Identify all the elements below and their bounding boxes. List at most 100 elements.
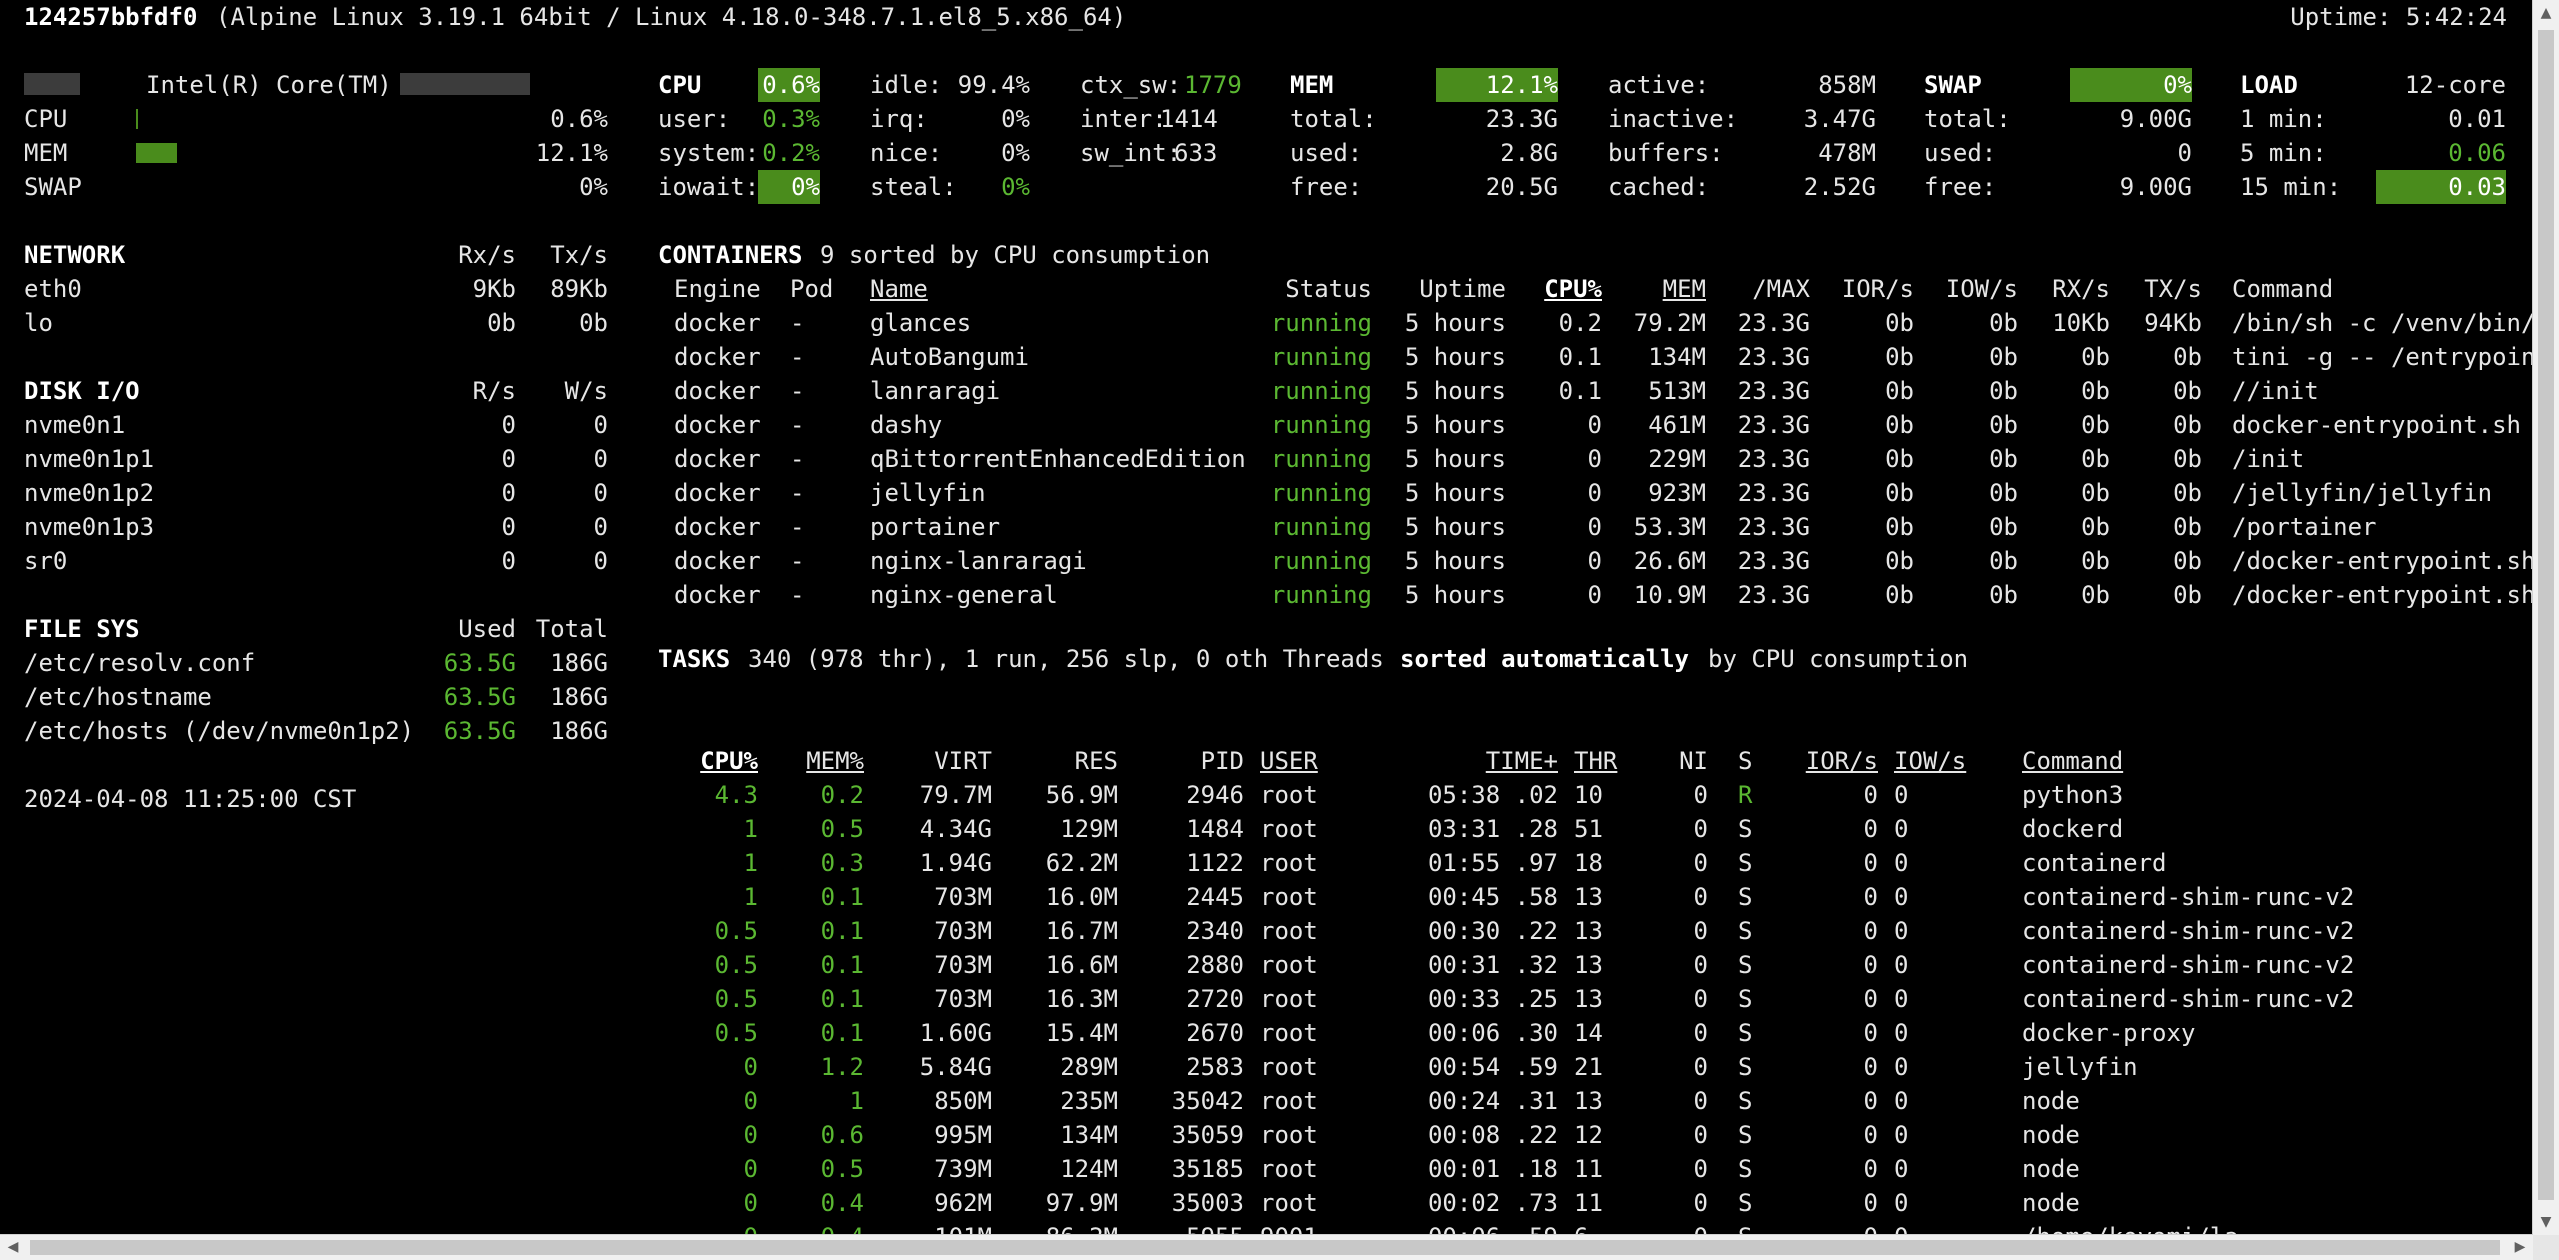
- horizontal-scrollbar[interactable]: ◀ ▶: [0, 1234, 2533, 1260]
- container-engine: docker: [674, 445, 761, 473]
- task-ior: 0: [1863, 1121, 1878, 1149]
- task-thr: 13: [1574, 917, 1603, 945]
- container-iow: 0b: [1989, 581, 2018, 609]
- fs-total: 186G: [550, 683, 608, 711]
- task-s: S: [1738, 1189, 1753, 1217]
- task-ior: 0: [1863, 1019, 1878, 1047]
- container-tx: 0b: [2173, 445, 2202, 473]
- mem-buffers-label: buffers:: [1608, 139, 1724, 167]
- scroll-left-icon[interactable]: ◀: [0, 1235, 26, 1260]
- task-thr: 13: [1574, 985, 1603, 1013]
- task-cpu: 4.3: [714, 781, 758, 809]
- task-command: node: [2022, 1087, 2080, 1115]
- task-virt: 703M: [934, 883, 992, 911]
- task-res: 97.9M: [1045, 1189, 1118, 1217]
- vertical-scrollbar[interactable]: ▲ ▼: [2532, 0, 2559, 1235]
- task-user: root: [1260, 1155, 1318, 1183]
- network-rx-header: Rx/s: [458, 241, 516, 269]
- cpu-idle: 99.4%: [957, 71, 1030, 99]
- task-command: containerd-shim-runc-v2: [2022, 951, 2355, 979]
- datetime: 2024-04-08 11:25:00 CST: [24, 785, 357, 813]
- fs-mount: /etc/resolv.conf: [24, 649, 256, 677]
- container-tx: 0b: [2173, 513, 2202, 541]
- container-command: /jellyfin/jellyfin: [2232, 479, 2493, 507]
- cpu-user-label: user:: [658, 105, 731, 133]
- container-mem: 461M: [1648, 411, 1706, 439]
- tasks-header-cpu: CPU%: [700, 747, 758, 775]
- container-max: 23.3G: [1737, 547, 1810, 575]
- task-ni: 0: [1693, 1053, 1708, 1081]
- container-tx: 0b: [2173, 581, 2202, 609]
- container-tx: 0b: [2173, 479, 2202, 507]
- container-mem: 10.9M: [1633, 581, 1706, 609]
- disk-write: 0: [593, 479, 608, 507]
- tasks-header-iow: IOW/s: [1894, 747, 1967, 775]
- container-engine: docker: [674, 513, 761, 541]
- load-15min: 0.03: [2376, 170, 2506, 204]
- task-pid: 2670: [1186, 1019, 1244, 1047]
- container-cpu: 0.2: [1558, 309, 1602, 337]
- container-status: running: [1270, 377, 1372, 405]
- task-s: S: [1738, 849, 1753, 877]
- task-command: /home/koyomi/la: [2022, 1220, 2239, 1235]
- container-uptime: 5 hours: [1404, 377, 1506, 405]
- task-ior: 0: [1863, 1053, 1878, 1081]
- task-time: 00:33 .25: [1427, 985, 1558, 1013]
- mem-total: 23.3G: [1485, 105, 1558, 133]
- scroll-up-icon[interactable]: ▲: [2533, 0, 2559, 26]
- container-engine: docker: [674, 479, 761, 507]
- mem-active: 858M: [1818, 71, 1876, 99]
- task-user: root: [1260, 781, 1318, 809]
- scroll-right-icon[interactable]: ▶: [2507, 1235, 2533, 1260]
- tasks-sort-by: by CPU consumption: [1708, 645, 1969, 673]
- container-mem: 26.6M: [1633, 547, 1706, 575]
- container-pod: -: [790, 513, 805, 541]
- container-iow: 0b: [1989, 411, 2018, 439]
- container-mem: 53.3M: [1633, 513, 1706, 541]
- task-thr: 11: [1574, 1189, 1603, 1217]
- task-cpu: 0: [743, 1087, 758, 1115]
- container-mem: 923M: [1648, 479, 1706, 507]
- task-pid: 35042: [1171, 1087, 1244, 1115]
- containers-summary: 9 sorted by CPU consumption: [820, 241, 1211, 269]
- task-user: root: [1260, 985, 1318, 1013]
- task-ni: 0: [1693, 849, 1708, 877]
- task-iow: 0: [1894, 1189, 1909, 1217]
- swap-percent: 0%: [2070, 68, 2192, 102]
- vertical-scroll-thumb[interactable]: [2538, 30, 2554, 1200]
- sw-int-label: sw_int:: [1080, 139, 1182, 167]
- cpu-iowait-label: iowait:: [658, 173, 760, 201]
- containers-header-max: /MAX: [1752, 275, 1810, 303]
- task-pid: 2720: [1186, 985, 1244, 1013]
- tasks-header-pid: PID: [1200, 747, 1244, 775]
- mem-inactive-label: inactive:: [1608, 105, 1739, 133]
- diskio-w-header: W/s: [564, 377, 608, 405]
- container-ior: 0b: [1885, 411, 1914, 439]
- container-pod: -: [790, 479, 805, 507]
- diskio-r-header: R/s: [472, 377, 516, 405]
- mem-inactive: 3.47G: [1803, 105, 1876, 133]
- network-tx-header: Tx/s: [550, 241, 608, 269]
- task-ior: 0: [1863, 1155, 1878, 1183]
- container-pod: -: [790, 377, 805, 405]
- task-ior: 0: [1863, 883, 1878, 911]
- task-virt: 703M: [934, 985, 992, 1013]
- task-time: 05:38 .02: [1427, 781, 1558, 809]
- container-name: jellyfin: [870, 479, 986, 507]
- task-res: 129M: [1060, 815, 1118, 843]
- task-virt: 1.94G: [919, 849, 992, 877]
- task-ni: 0: [1693, 1155, 1708, 1183]
- task-ni: 0: [1693, 951, 1708, 979]
- container-name: nginx-lanraragi: [870, 547, 1087, 575]
- horizontal-scroll-thumb[interactable]: [30, 1240, 2500, 1255]
- mem-active-label: active:: [1608, 71, 1710, 99]
- container-status: running: [1270, 513, 1372, 541]
- task-user: 9001: [1260, 1220, 1318, 1235]
- scroll-down-icon[interactable]: ▼: [2533, 1209, 2559, 1235]
- container-cpu: 0: [1587, 445, 1602, 473]
- containers-header-uptime: Uptime: [1419, 275, 1506, 303]
- tasks-header-res: RES: [1074, 747, 1118, 775]
- task-user: root: [1260, 815, 1318, 843]
- container-iow: 0b: [1989, 445, 2018, 473]
- cpu-irq-label: irq:: [870, 105, 928, 133]
